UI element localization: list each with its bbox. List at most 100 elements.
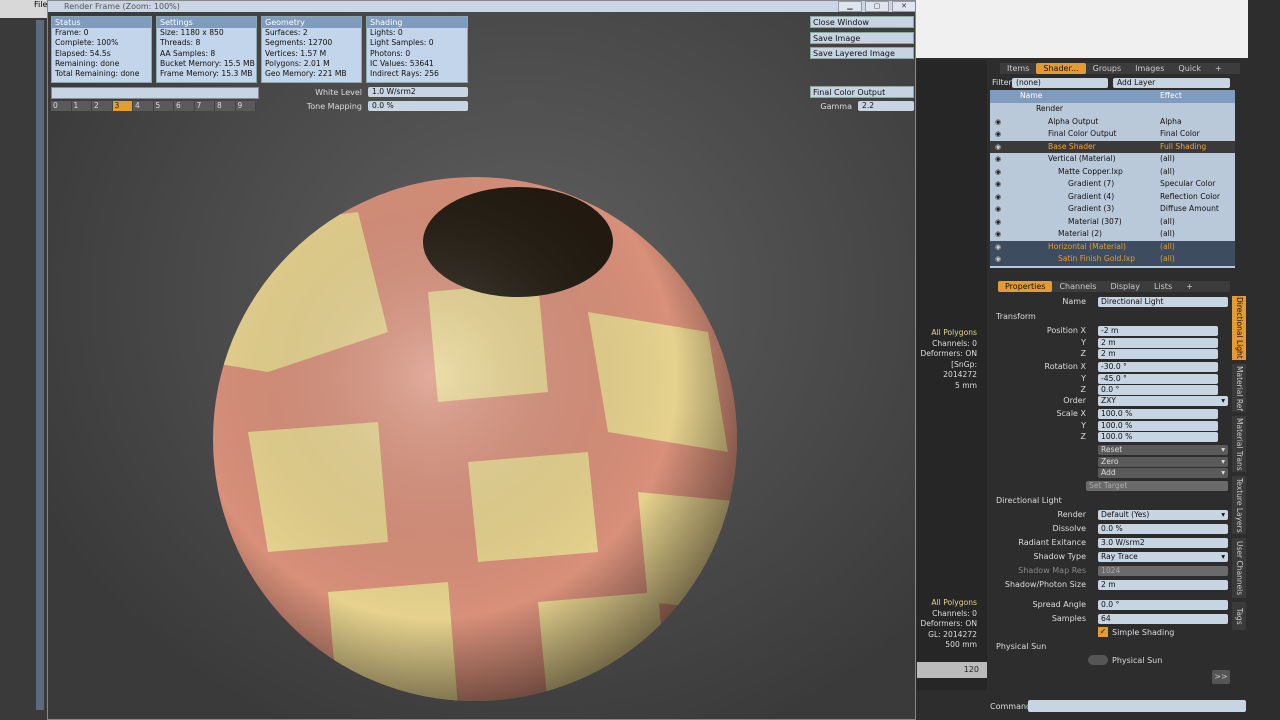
shading-row: Lights: 0 — [370, 28, 403, 37]
scale-z-field[interactable]: 100.0 % — [1098, 432, 1218, 442]
frame-button-active[interactable]: 3 — [112, 101, 133, 111]
eye-icon[interactable]: ◉ — [995, 141, 1001, 154]
tree-row[interactable]: ◉ Gradient (3) Diffuse Amount — [990, 203, 1235, 216]
tree-row[interactable]: ◉ Matte Copper.lxp (all) — [990, 166, 1235, 179]
tree-row[interactable]: Render — [990, 103, 1235, 116]
simple-shading-checkbox[interactable]: ✓ — [1098, 627, 1108, 637]
tone-mapping-field[interactable]: 0.0 % — [368, 101, 468, 111]
tree-row[interactable]: ◉ Material (307) (all) — [990, 216, 1235, 229]
tree-row[interactable]: ◉ Horizontal (Material) (all) — [990, 240, 1235, 254]
tree-row[interactable]: ◉ Final Color Output Final Color — [990, 128, 1235, 141]
tab-lists[interactable]: Lists — [1147, 281, 1179, 292]
frame-button[interactable]: 8 — [215, 101, 236, 111]
vtab-texture-layers[interactable]: Texture Layers — [1232, 476, 1246, 534]
rotation-x-field[interactable]: -30.0 ° — [1098, 362, 1218, 372]
shadow-type-select[interactable]: Ray Trace — [1098, 552, 1228, 562]
properties-tabs: Properties Channels Display Lists + — [998, 281, 1230, 292]
frame-button[interactable]: 1 — [71, 101, 92, 111]
physical-sun-section[interactable]: Physical Sun — [996, 642, 1046, 651]
frame-button[interactable]: 9 — [235, 101, 256, 111]
frame-button[interactable]: 4 — [133, 101, 154, 111]
eye-icon[interactable]: ◉ — [995, 241, 1001, 254]
dissolve-field[interactable]: 0.0 % — [1098, 524, 1228, 534]
vtab-directional-light[interactable]: Directional Light — [1232, 296, 1246, 360]
frame-button[interactable]: 0 — [51, 101, 72, 111]
vtab-material-trans[interactable]: Material Trans — [1232, 416, 1246, 472]
spread-angle-field[interactable]: 0.0 ° — [1098, 600, 1228, 610]
shadow-map-res-field[interactable]: 1024 — [1098, 566, 1228, 576]
position-z-field[interactable]: 2 m — [1098, 349, 1218, 359]
close-window-icon[interactable]: ✕ — [892, 1, 915, 12]
radiant-exitance-field[interactable]: 3.0 W/srm2 — [1098, 538, 1228, 548]
add-layer-select[interactable]: Add Layer — [1113, 78, 1230, 88]
transform-section[interactable]: Transform — [996, 312, 1036, 321]
output-select[interactable]: Final Color Output — [810, 86, 914, 98]
eye-icon[interactable]: ◉ — [995, 216, 1001, 229]
eye-icon[interactable]: ◉ — [995, 203, 1001, 216]
frame-button[interactable]: 5 — [153, 101, 174, 111]
eye-icon[interactable]: ◉ — [995, 166, 1001, 179]
eye-icon[interactable]: ◉ — [995, 178, 1001, 191]
eye-icon[interactable]: ◉ — [995, 191, 1001, 204]
close-window-button[interactable]: Close Window — [810, 16, 914, 28]
frame-button[interactable]: 7 — [194, 101, 215, 111]
render-select[interactable]: Default (Yes) — [1098, 510, 1228, 520]
timeline-ruler[interactable]: 120 — [917, 662, 987, 678]
save-image-button[interactable]: Save Image — [810, 32, 914, 44]
directional-light-section[interactable]: Directional Light — [996, 496, 1062, 505]
gamma-field[interactable]: 2.2 — [858, 101, 914, 111]
scale-y-field[interactable]: 100.0 % — [1098, 421, 1218, 431]
rotation-z-field[interactable]: 0.0 ° — [1098, 385, 1218, 395]
tab-items[interactable]: Items — [1000, 63, 1036, 74]
eye-icon[interactable]: ◉ — [995, 228, 1001, 241]
tab-quick[interactable]: Quick — [1171, 63, 1208, 74]
tab-properties[interactable]: Properties — [998, 281, 1053, 292]
maximize-button[interactable]: ▢ — [865, 1, 889, 12]
minimize-button[interactable]: ▁ — [838, 1, 862, 12]
name-field[interactable]: Directional Light — [1098, 297, 1228, 307]
vp-line: Deformers: ON — [920, 619, 977, 628]
save-layered-image-button[interactable]: Save Layered Image — [810, 47, 914, 59]
command-input[interactable] — [1028, 700, 1246, 712]
add-tab-button[interactable]: + — [1179, 281, 1200, 292]
add-button[interactable]: Add — [1098, 468, 1228, 478]
add-tab-button[interactable]: + — [1208, 63, 1229, 74]
tree-row[interactable]: ◉ Gradient (4) Reflection Color — [990, 191, 1235, 204]
tab-display[interactable]: Display — [1103, 281, 1147, 292]
rotation-y-field[interactable]: -45.0 ° — [1098, 374, 1218, 384]
tree-row[interactable]: ◉ Satin Finish Gold.lxp (all) — [990, 253, 1235, 266]
rotation-z-label: Z — [1080, 385, 1086, 394]
tab-channels[interactable]: Channels — [1052, 281, 1103, 292]
tree-row[interactable]: ◉ Vertical (Material) (all) — [990, 153, 1235, 166]
order-select[interactable]: ZXY — [1098, 396, 1228, 406]
scale-x-field[interactable]: 100.0 % — [1098, 409, 1218, 419]
frame-button[interactable]: 2 — [92, 101, 113, 111]
set-target-button[interactable]: Set Target — [1086, 481, 1228, 491]
vtab-material-ref[interactable]: Material Ref — [1232, 364, 1246, 412]
vtab-user-channels[interactable]: User Channels — [1232, 538, 1246, 598]
tab-images[interactable]: Images — [1128, 63, 1171, 74]
eye-icon[interactable]: ◉ — [995, 153, 1001, 166]
reset-button[interactable]: Reset — [1098, 445, 1228, 455]
position-x-field[interactable]: -2 m — [1098, 326, 1218, 336]
position-y-field[interactable]: 2 m — [1098, 338, 1218, 348]
tree-row[interactable]: ◉ Alpha Output Alpha — [990, 116, 1235, 129]
physical-sun-toggle[interactable] — [1088, 655, 1108, 665]
eye-icon[interactable]: ◉ — [995, 128, 1001, 141]
tree-row[interactable]: ◉ Material (2) (all) — [990, 228, 1235, 241]
tree-row-selected[interactable]: ◉ Base Shader Full Shading — [990, 140, 1235, 154]
vtab-tags[interactable]: Tags — [1232, 602, 1246, 630]
samples-field[interactable]: 64 — [1098, 614, 1228, 624]
more-button[interactable]: >> — [1212, 670, 1230, 684]
tab-shader[interactable]: Shader... — [1036, 63, 1086, 74]
filter-select[interactable]: (none) — [1012, 78, 1108, 88]
white-level-field[interactable]: 1.0 W/srm2 — [368, 87, 468, 97]
tree-row[interactable]: ◉ Gradient (7) Specular Color — [990, 178, 1235, 191]
eye-icon[interactable]: ◉ — [995, 253, 1001, 266]
zero-button[interactable]: Zero — [1098, 457, 1228, 467]
eye-icon[interactable]: ◉ — [995, 116, 1001, 129]
frame-button[interactable]: 6 — [174, 101, 195, 111]
menu-file[interactable]: File — [0, 0, 47, 9]
shadow-size-field[interactable]: 2 m — [1098, 580, 1228, 590]
tab-groups[interactable]: Groups — [1086, 63, 1129, 74]
